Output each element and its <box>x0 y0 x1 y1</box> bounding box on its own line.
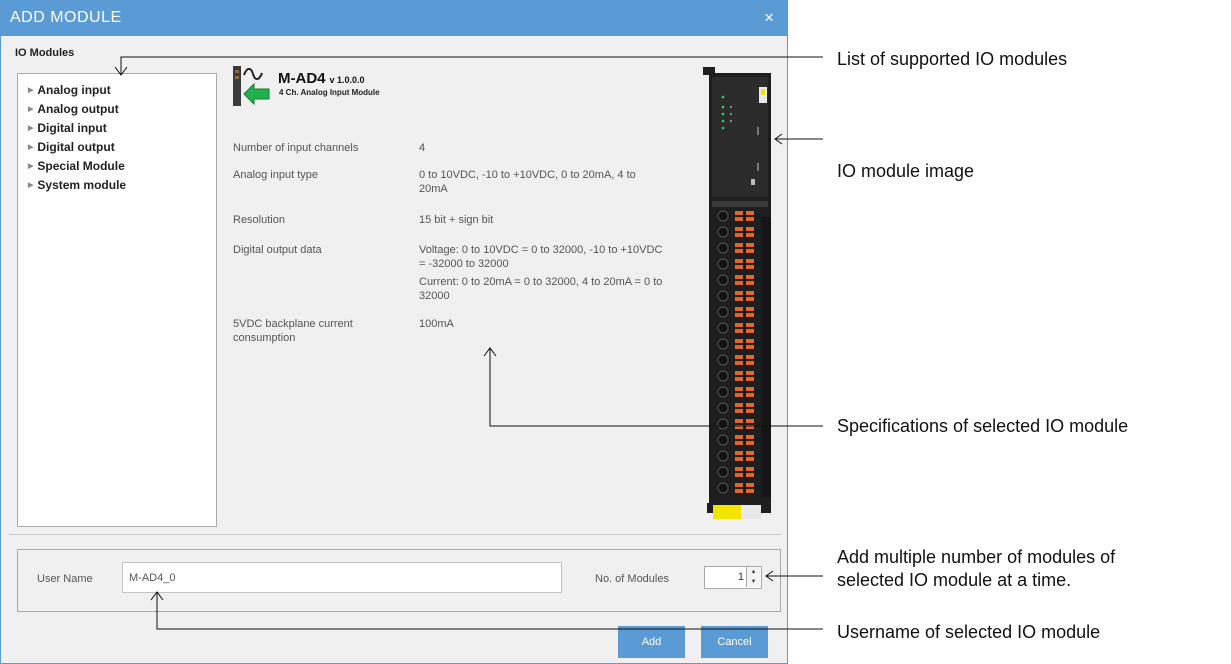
annotation-specs: Specifications of selected IO module <box>837 416 1129 436</box>
annotation-username: Username of selected IO module <box>837 622 1101 642</box>
callout-line-username <box>156 592 823 630</box>
annotation-list: List of supported IO modules <box>837 49 1068 69</box>
annotation-image: IO module image <box>837 161 975 181</box>
annotation-multiple-line2: selected IO module at a time. <box>837 570 1072 590</box>
callout-line-list <box>120 56 823 74</box>
annotation-multiple-line1: Add multiple number of modules of <box>837 547 1116 567</box>
callout-line-specs <box>489 348 823 427</box>
